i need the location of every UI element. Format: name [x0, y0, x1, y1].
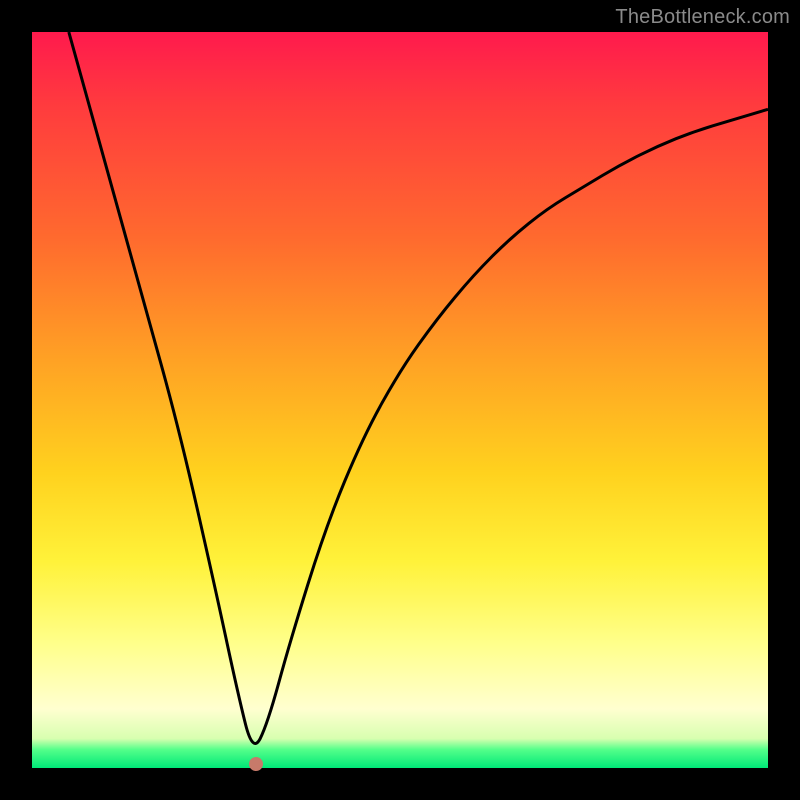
- chart-frame: TheBottleneck.com: [0, 0, 800, 800]
- curve-path: [69, 32, 768, 743]
- plot-area: [32, 32, 768, 768]
- bottleneck-curve: [32, 32, 768, 768]
- optimum-marker: [249, 757, 263, 771]
- watermark-text: TheBottleneck.com: [615, 6, 790, 29]
